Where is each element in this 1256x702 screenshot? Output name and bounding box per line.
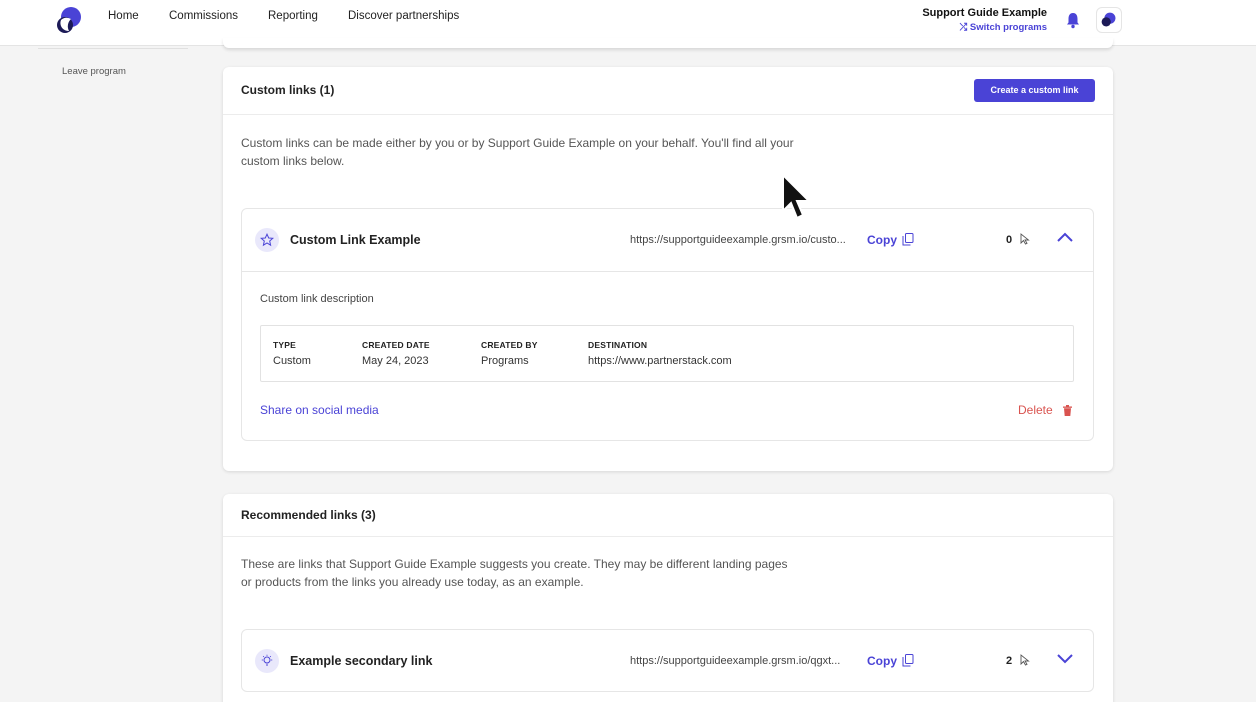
link-details-panel: Custom link description TYPE Custom CREA… — [242, 271, 1093, 441]
link-name: Custom Link Example — [290, 233, 421, 247]
copy-icon[interactable] — [902, 654, 914, 667]
meta-destination: DESTINATION https://www.partnerstack.com — [588, 340, 732, 367]
meta-type: TYPE Custom — [273, 340, 311, 367]
click-count: 2 — [1006, 655, 1013, 667]
custom-links-card: Custom links (1) Create a custom link Cu… — [223, 67, 1113, 471]
custom-link-item: Custom Link Example https://supportguide… — [241, 208, 1094, 441]
link-url: https://supportguideexample.grsm.io/cust… — [630, 234, 846, 246]
link-url: https://supportguideexample.grsm.io/qgxt… — [630, 655, 841, 667]
meta-type-value: Custom — [273, 355, 311, 367]
recommended-links-description: These are links that Support Guide Examp… — [241, 557, 788, 589]
share-on-social-media-link[interactable]: Share on social media — [260, 403, 379, 417]
bell-icon[interactable] — [1064, 11, 1082, 29]
copy-link-button[interactable]: Copy — [867, 233, 897, 247]
mouse-pointer-icon — [782, 173, 812, 220]
meta-destination-label: DESTINATION — [588, 340, 648, 350]
recommended-links-header: Recommended links (3) — [223, 494, 1113, 537]
trash-icon[interactable] — [1063, 405, 1072, 416]
cursor-click-icon — [1020, 233, 1030, 245]
meta-created-by-label: CREATED BY — [481, 340, 538, 350]
recommended-links-title: Recommended links (3) — [241, 508, 376, 522]
custom-links-title: Custom links (1) — [241, 83, 335, 97]
custom-links-description: Custom links can be made either by you o… — [241, 136, 794, 168]
leave-program-link[interactable]: Leave program — [62, 66, 126, 77]
meta-created-date: CREATED DATE May 24, 2023 — [362, 340, 430, 367]
company-name: Support Guide Example — [922, 7, 1047, 19]
meta-type-label: TYPE — [273, 340, 297, 350]
lightbulb-icon — [255, 649, 279, 673]
meta-created-date-value: May 24, 2023 — [362, 355, 429, 367]
meta-created-by: CREATED BY Programs — [481, 340, 538, 367]
partnerstack-avatar-icon — [1101, 12, 1116, 27]
account-avatar[interactable] — [1096, 7, 1122, 33]
star-icon — [255, 228, 279, 252]
meta-destination-value[interactable]: https://www.partnerstack.com — [588, 355, 732, 367]
nav-home[interactable]: Home — [108, 10, 139, 22]
delete-link-button[interactable]: Delete — [1018, 403, 1053, 417]
chevron-up-icon[interactable] — [1056, 230, 1074, 244]
previous-card-edge — [223, 38, 1113, 48]
recommended-link-row[interactable]: Example secondary link https://supportgu… — [242, 630, 1093, 692]
create-custom-link-button[interactable]: Create a custom link — [974, 79, 1095, 102]
partnerstack-logo[interactable] — [56, 6, 82, 34]
copy-icon[interactable] — [902, 233, 914, 246]
nav-reporting[interactable]: Reporting — [268, 10, 318, 22]
recommended-link-item: Example secondary link https://supportgu… — [241, 629, 1094, 692]
nav-commissions[interactable]: Commissions — [169, 10, 238, 22]
custom-links-header: Custom links (1) Create a custom link — [223, 67, 1113, 115]
custom-link-row[interactable]: Custom Link Example https://supportguide… — [242, 209, 1093, 271]
cursor-click-icon — [1020, 654, 1030, 666]
switch-programs-label: Switch programs — [969, 22, 1047, 33]
meta-created-by-value: Programs — [481, 355, 529, 367]
chevron-down-icon[interactable] — [1056, 651, 1074, 665]
meta-created-date-label: CREATED DATE — [362, 340, 430, 350]
sidebar-divider — [38, 48, 188, 49]
nav-discover-partnerships[interactable]: Discover partnerships — [348, 10, 459, 22]
switch-programs-link[interactable]: ⤮ Switch programs — [960, 22, 1047, 33]
link-meta-table: TYPE Custom CREATED DATE May 24, 2023 CR… — [260, 325, 1074, 382]
recommended-links-card: Recommended links (3) These are links th… — [223, 494, 1113, 702]
link-name: Example secondary link — [290, 654, 433, 668]
shuffle-icon: ⤮ — [959, 22, 970, 33]
copy-link-button[interactable]: Copy — [867, 654, 897, 668]
click-count: 0 — [1006, 234, 1013, 246]
link-description: Custom link description — [260, 293, 374, 305]
